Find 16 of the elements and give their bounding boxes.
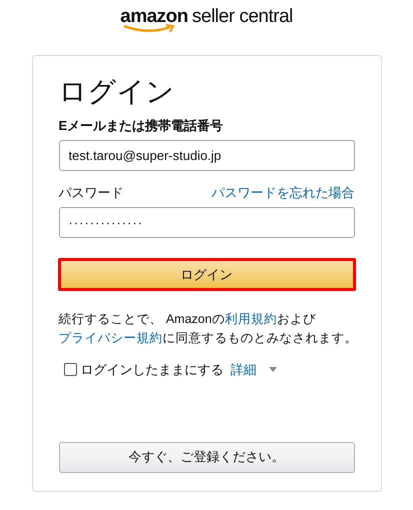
caret-icon	[268, 367, 276, 372]
consent-text: 続行することで、 Amazonの利用規約および プライバシー規約に同意するものとみなされます。	[58, 311, 358, 347]
email-field[interactable]: test.tarou@super-studio.jp	[58, 140, 354, 171]
page-title: ログイン	[58, 75, 176, 109]
terms-link[interactable]: プライバシー規約	[58, 331, 162, 345]
field-label: パスワード	[58, 184, 124, 202]
checkbox-label: ログインしたままにする	[80, 361, 224, 379]
password-field[interactable]: ··············	[58, 207, 354, 238]
terms-link[interactable]: 利用規約	[224, 312, 277, 326]
field-label: Eメールまたは携帯電話番号	[58, 117, 224, 135]
logo: amazon seller central	[120, 5, 293, 35]
register-button[interactable]: 今すぐ、ご登録ください。	[58, 442, 354, 472]
remember-checkbox[interactable]	[64, 363, 76, 376]
details-link[interactable]: 詳細	[230, 360, 256, 380]
login-button[interactable]: ログイン	[58, 258, 356, 291]
forgot-password-link[interactable]: パスワードを忘れた場合	[212, 184, 354, 202]
